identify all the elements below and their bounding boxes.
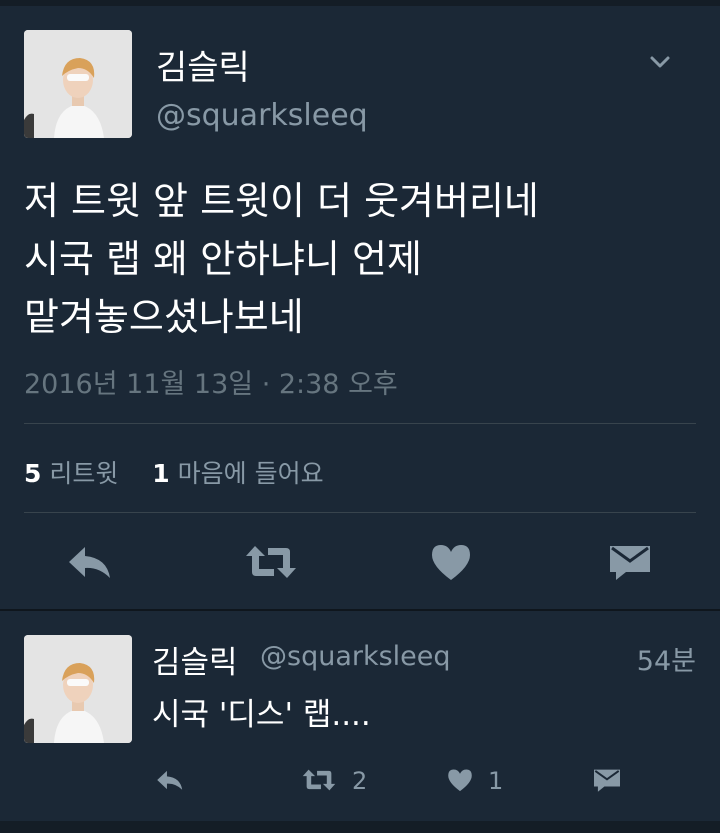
like-count: 1 [488, 767, 504, 795]
retweet-icon[interactable] [245, 542, 296, 582]
reply-icon[interactable] [156, 767, 184, 797]
avatar[interactable] [24, 30, 132, 138]
author-handle[interactable]: @squarksleeq [260, 641, 451, 672]
main-tweet: 김슬릭 @squarksleeq 저 트윗 앞 트윗이 더 웃겨버리네 시국 랩… [0, 6, 720, 609]
bottom-bar [0, 821, 720, 833]
chevron-down-icon[interactable] [644, 46, 676, 78]
reply-tweet[interactable]: 김슬릭 @squarksleeq 54분 시국 '디스' 랩.... 2 1 [0, 611, 720, 821]
direct-message-icon[interactable] [608, 542, 654, 582]
tweet-text: 시국 '디스' 랩.... [152, 697, 371, 733]
retweet-label: 리트윗 [49, 459, 119, 488]
divider [24, 512, 696, 513]
author-name[interactable]: 김슬릭 [156, 40, 250, 89]
retweet-count: 5 [24, 459, 42, 488]
tweet-timestamp[interactable]: 2016년 11월 13일 · 2:38 오후 [24, 362, 398, 401]
avatar[interactable] [24, 635, 132, 743]
tweet-time: 54분 [636, 646, 696, 677]
author-name[interactable]: 김슬릭 [152, 637, 238, 682]
divider [24, 423, 696, 424]
author-handle[interactable]: @squarksleeq [156, 98, 368, 133]
heart-icon[interactable] [430, 542, 476, 582]
tweet-text-line: 맡겨놓으셨나보네 [24, 295, 304, 339]
heart-icon[interactable] [447, 767, 473, 797]
reply-icon[interactable] [67, 542, 113, 582]
direct-message-icon[interactable] [592, 767, 622, 797]
tweet-text: 저 트윗 앞 트윗이 더 웃겨버리네 시국 랩 왜 안하냐니 언제 맡겨놓으셨나… [24, 172, 696, 346]
tweet-text-line: 시국 랩 왜 안하냐니 언제 [24, 237, 422, 281]
retweet-count: 2 [352, 767, 368, 795]
like-count: 1 [152, 459, 170, 488]
retweet-stat[interactable]: 5 리트윗 [24, 459, 126, 488]
tweet-stats: 5 리트윗 1 마음에 들어요 [24, 454, 324, 490]
retweet-icon[interactable] [302, 767, 336, 797]
like-stat[interactable]: 1 마음에 들어요 [152, 459, 323, 488]
tweet-text-line: 저 트윗 앞 트윗이 더 웃겨버리네 [24, 179, 539, 223]
like-label: 마음에 들어요 [177, 459, 324, 488]
